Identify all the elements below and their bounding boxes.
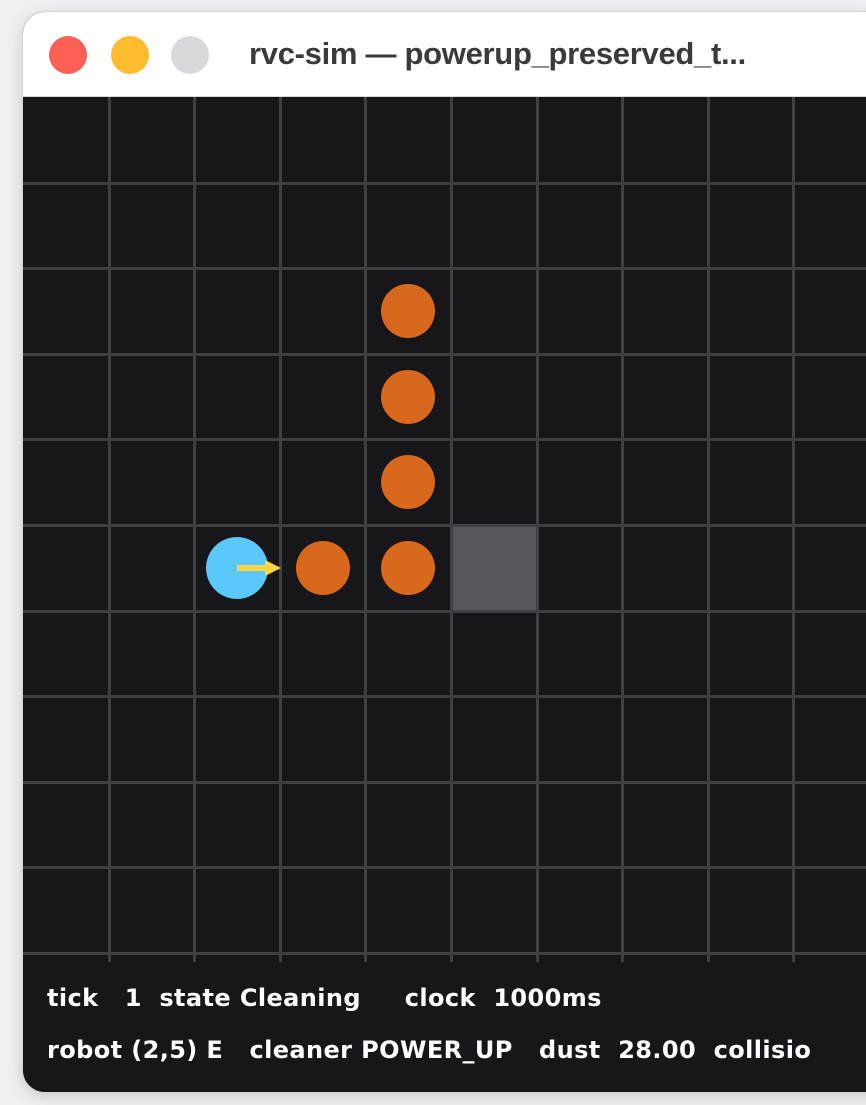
close-window-button[interactable] <box>49 36 87 74</box>
grid-line-horizontal <box>23 524 866 527</box>
grid-line-horizontal <box>23 352 866 356</box>
grid-line-vertical <box>450 97 453 962</box>
grid-line-vertical <box>193 97 197 962</box>
minimize-window-button[interactable] <box>111 36 149 74</box>
grid-line-vertical <box>364 97 368 962</box>
grid-line-horizontal <box>23 695 866 699</box>
grid-line-vertical <box>107 97 111 962</box>
window-title: rvc-sim — powerup_preserved_t... <box>249 36 746 71</box>
status-line-1: tick 1 state Cleaning clock 1000ms <box>47 984 602 1012</box>
robot-heading-arrow-icon <box>237 559 281 576</box>
grid-line-vertical <box>535 97 539 962</box>
grid-line-vertical <box>792 97 796 962</box>
zoom-window-button[interactable] <box>171 36 209 74</box>
title-bar[interactable]: rvc-sim — powerup_preserved_t... <box>23 12 866 97</box>
dust-dot <box>381 284 436 338</box>
grid-line-horizontal <box>23 780 866 784</box>
dust-dot <box>381 455 436 510</box>
dust-dot <box>381 369 436 424</box>
dust-dot <box>295 540 350 595</box>
simulation-grid <box>23 97 866 962</box>
app-window: rvc-sim — powerup_preserved_t... tick 1 … <box>23 12 866 1092</box>
grid-line-horizontal <box>23 438 866 442</box>
grid-line-horizontal <box>23 952 866 955</box>
grid-line-horizontal <box>23 181 866 185</box>
status-panel: tick 1 state Cleaning clock 1000ms robot… <box>23 962 866 1092</box>
grid-line-vertical <box>706 97 710 962</box>
grid-line-horizontal <box>23 609 866 613</box>
grid-line-vertical <box>278 97 282 962</box>
grid-line-horizontal <box>23 866 866 870</box>
dust-dot <box>381 540 436 595</box>
grid-line-vertical <box>621 97 625 962</box>
status-line-2: robot (2,5) E cleaner POWER_UP dust 28.0… <box>47 1036 812 1064</box>
grid-line-horizontal <box>23 267 866 271</box>
blocked-cell <box>453 527 537 611</box>
